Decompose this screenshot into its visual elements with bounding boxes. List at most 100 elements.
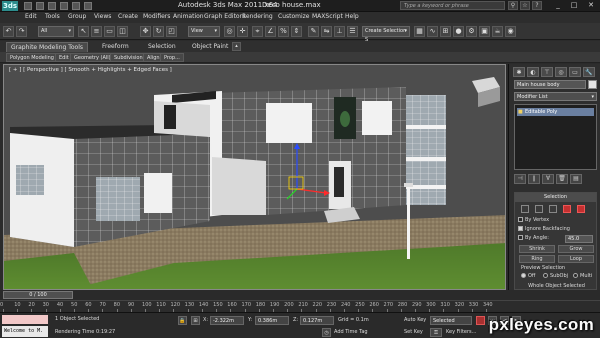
time-slider-thumb[interactable]: 0 / 100 <box>3 291 73 299</box>
select-manipulate-icon[interactable]: ✛ <box>237 26 248 37</box>
grow-button[interactable]: Grow <box>558 245 594 253</box>
minimize-button[interactable]: _ <box>550 0 566 11</box>
menu-help[interactable]: Help <box>345 13 359 20</box>
preview-multi-radio-dot[interactable] <box>573 273 578 278</box>
rect-selection-icon[interactable]: ▭ <box>104 26 115 37</box>
ignore-backfacing-row[interactable]: Ignore Backfacing <box>518 226 570 232</box>
align-icon[interactable]: ⊥ <box>334 26 345 37</box>
curve-editor-icon[interactable]: ∿ <box>427 26 438 37</box>
render-production-icon[interactable]: ☕ <box>492 26 503 37</box>
select-by-name-icon[interactable]: ≡ <box>91 26 102 37</box>
set-key-button[interactable]: Set Key <box>404 329 423 335</box>
object-name-field[interactable]: Main house body <box>514 80 586 89</box>
edge-mode-icon[interactable] <box>535 205 543 213</box>
modify-tab-icon[interactable]: ◐ <box>527 67 539 77</box>
project-folder-icon[interactable] <box>84 2 92 10</box>
selection-rollout-title[interactable]: Selection <box>515 193 596 202</box>
ribbon-minimize-icon[interactable]: ▴ <box>232 42 241 51</box>
open-file-icon[interactable] <box>36 2 44 10</box>
by-vertex-row[interactable]: By Vertex <box>518 217 549 223</box>
selection-filter-dropdown[interactable]: All <box>38 26 74 37</box>
mirror-icon[interactable]: ⇋ <box>321 26 332 37</box>
named-selection-set-dropdown[interactable]: Create Selection S <box>362 26 410 43</box>
select-object-icon[interactable]: ↖ <box>78 26 89 37</box>
modifier-list-dropdown[interactable]: Modifier List <box>514 92 597 101</box>
undo-tool-icon[interactable]: ↶ <box>3 26 14 37</box>
render-setup-icon[interactable]: ⚙ <box>466 26 477 37</box>
key-filters-button[interactable]: Key Filters... <box>446 329 476 335</box>
z-coord-field[interactable]: 0.127m <box>300 316 334 325</box>
menu-group[interactable]: Group <box>68 13 86 20</box>
schematic-view-icon[interactable]: ⊞ <box>440 26 451 37</box>
material-editor-icon[interactable]: ● <box>453 26 464 37</box>
redo-icon[interactable] <box>72 2 80 10</box>
add-time-tag-button[interactable]: Add Time Tag <box>334 329 368 335</box>
by-vertex-checkbox[interactable] <box>518 217 523 222</box>
time-slider[interactable]: 0 / 100 <box>0 290 600 300</box>
polygon-mode-icon[interactable] <box>563 205 571 213</box>
y-coord-field[interactable]: 0.386m <box>255 316 289 325</box>
panel-polygon-modeling[interactable]: Polygon Modeling <box>6 53 58 62</box>
binoculars-icon[interactable]: ⚲ <box>508 1 518 10</box>
tab-freeform[interactable]: Freeform <box>98 42 133 52</box>
time-tag-icon[interactable]: ◷ <box>322 328 331 337</box>
x-coord-field[interactable]: -2.322m <box>210 316 244 325</box>
preview-subobj-radio[interactable]: SubObj <box>543 273 568 279</box>
panel-subdivision[interactable]: Subdivision <box>110 53 147 62</box>
display-tab-icon[interactable]: ▭ <box>569 67 581 77</box>
lock-selection-icon[interactable]: 🔒 <box>178 316 187 325</box>
move-icon[interactable]: ✥ <box>140 26 151 37</box>
configure-sets-icon[interactable]: ▤ <box>570 174 582 184</box>
preview-off-radio[interactable]: Off <box>521 273 535 279</box>
panel-geometry-all[interactable]: Geometry (All) <box>70 53 115 62</box>
menu-rendering[interactable]: Rendering <box>242 13 273 20</box>
stack-item-editable-poly[interactable]: Editable Poly <box>517 108 594 116</box>
menu-create[interactable]: Create <box>118 13 138 20</box>
viewport-label[interactable]: [ + ] [ Perspective ] [ Smooth + Highlig… <box>9 67 172 73</box>
angle-snap-icon[interactable]: ∠ <box>265 26 276 37</box>
save-file-icon[interactable] <box>48 2 56 10</box>
rendered-frame-icon[interactable]: ▣ <box>479 26 490 37</box>
scale-icon[interactable]: ◰ <box>166 26 177 37</box>
utilities-tab-icon[interactable]: 🔧 <box>583 67 595 77</box>
spinner-snap-icon[interactable]: ⇕ <box>291 26 302 37</box>
maxscript-output-line[interactable]: Welcome to M. <box>2 326 48 337</box>
remove-modifier-icon[interactable]: 🗑 <box>556 174 568 184</box>
maximize-button[interactable]: □ <box>566 0 582 11</box>
render-iterative-icon[interactable]: ◉ <box>505 26 516 37</box>
object-color-swatch[interactable] <box>588 80 597 89</box>
perspective-viewport[interactable]: [ + ] [ Perspective ] [ Smooth + Highlig… <box>3 64 506 290</box>
by-angle-input[interactable]: 45.0 <box>565 235 593 243</box>
vertex-mode-icon[interactable] <box>521 205 529 213</box>
set-key-red-icon[interactable] <box>476 316 485 325</box>
menu-edit[interactable]: Edit <box>25 13 37 20</box>
maxscript-listener-line[interactable] <box>2 315 48 324</box>
scene-render[interactable] <box>4 65 506 290</box>
ignore-backfacing-checkbox[interactable] <box>518 226 523 231</box>
reference-coordinate-dropdown[interactable]: View <box>188 26 220 37</box>
preview-multi-radio[interactable]: Multi <box>573 273 592 279</box>
pivot-center-icon[interactable]: ◎ <box>224 26 235 37</box>
snaps-toggle-icon[interactable]: ⌖ <box>252 26 263 37</box>
menu-animation[interactable]: Animation <box>173 13 204 20</box>
make-unique-icon[interactable]: ∀ <box>542 174 554 184</box>
redo-tool-icon[interactable]: ↷ <box>16 26 27 37</box>
new-file-icon[interactable] <box>24 2 32 10</box>
preview-subobj-radio-dot[interactable] <box>543 273 548 278</box>
graphite-toggle-icon[interactable]: ▦ <box>414 26 425 37</box>
layer-manager-icon[interactable]: ☰ <box>347 26 358 37</box>
menu-tools[interactable]: Tools <box>45 13 60 20</box>
menu-modifiers[interactable]: Modifiers <box>143 13 170 20</box>
absolute-mode-icon[interactable]: ⊞ <box>191 316 200 325</box>
show-end-result-icon[interactable]: ∥ <box>528 174 540 184</box>
panel-properties[interactable]: Prop... <box>160 53 184 62</box>
preview-off-radio-dot[interactable] <box>521 273 526 278</box>
window-crossing-icon[interactable]: ◫ <box>117 26 128 37</box>
create-tab-icon[interactable]: ✱ <box>513 67 525 77</box>
edit-named-selection-icon[interactable]: ✎ <box>308 26 319 37</box>
by-angle-row[interactable]: By Angle: <box>518 235 549 241</box>
pin-stack-icon[interactable]: ⊣ <box>514 174 526 184</box>
close-button[interactable]: ✕ <box>583 0 599 11</box>
key-filter-dropdown[interactable]: Selected <box>430 316 472 325</box>
app-logo[interactable]: 3ds <box>2 1 18 11</box>
